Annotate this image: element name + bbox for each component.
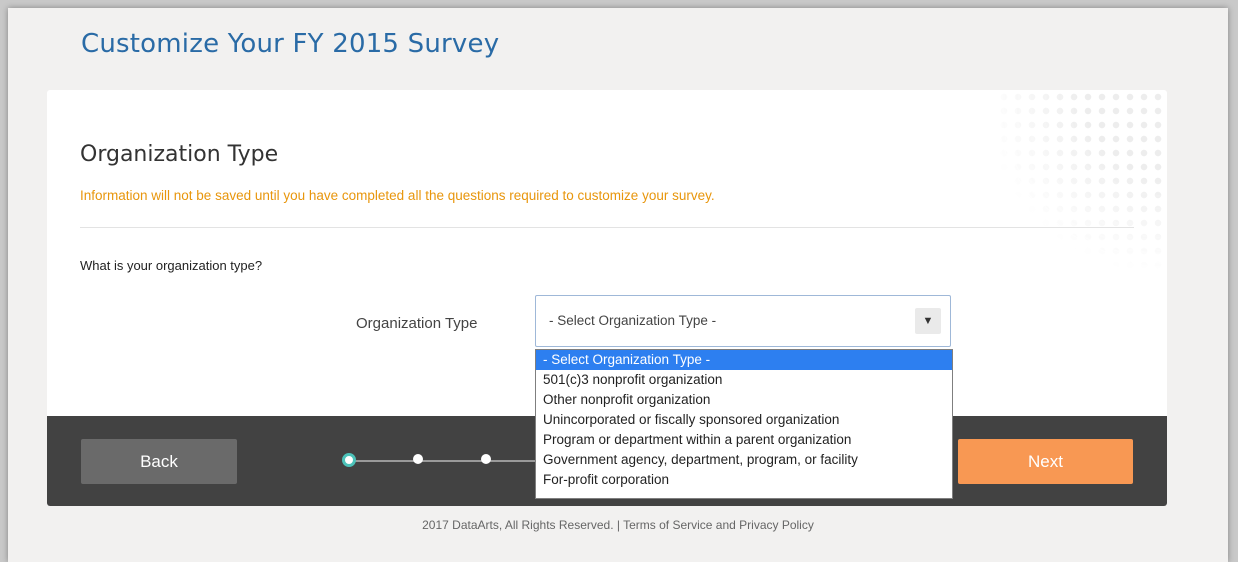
- question-text: What is your organization type?: [80, 258, 263, 273]
- organization-type-label: Organization Type: [356, 315, 478, 332]
- dropdown-option[interactable]: Unincorporated or fiscally sponsored org…: [536, 410, 952, 430]
- dropdown-option[interactable]: 501(c)3 nonprofit organization: [536, 370, 952, 390]
- progress-track: [347, 460, 547, 462]
- copyright-footer: 2017 DataArts, All Rights Reserved. | Te…: [422, 518, 814, 532]
- dropdown-option[interactable]: - Select Organization Type -: [536, 350, 952, 370]
- dropdown-option[interactable]: Government agency, department, program, …: [536, 450, 952, 470]
- select-current-value: - Select Organization Type -: [549, 313, 717, 328]
- dropdown-option[interactable]: For-profit corporation: [536, 470, 952, 490]
- progress-step-1: [342, 453, 356, 467]
- save-notice: Information will not be saved until you …: [80, 188, 715, 203]
- progress-step-2: [413, 454, 423, 464]
- organization-type-select[interactable]: - Select Organization Type - ▼: [535, 295, 951, 347]
- divider: [80, 227, 1134, 228]
- dropdown-option[interactable]: Other nonprofit organization: [536, 390, 952, 410]
- progress-step-3: [481, 454, 491, 464]
- decorative-dot-pattern: [997, 90, 1167, 270]
- dropdown-arrow-icon[interactable]: ▼: [915, 308, 941, 334]
- section-title: Organization Type: [80, 142, 279, 167]
- organization-type-dropdown-list: - Select Organization Type - 501(c)3 non…: [535, 349, 953, 499]
- next-button[interactable]: Next: [958, 439, 1133, 484]
- back-button[interactable]: Back: [81, 439, 237, 484]
- dropdown-option[interactable]: Program or department within a parent or…: [536, 430, 952, 450]
- page-title: Customize Your FY 2015 Survey: [81, 29, 500, 59]
- app-window: Customize Your FY 2015 Survey Organizati…: [8, 8, 1228, 562]
